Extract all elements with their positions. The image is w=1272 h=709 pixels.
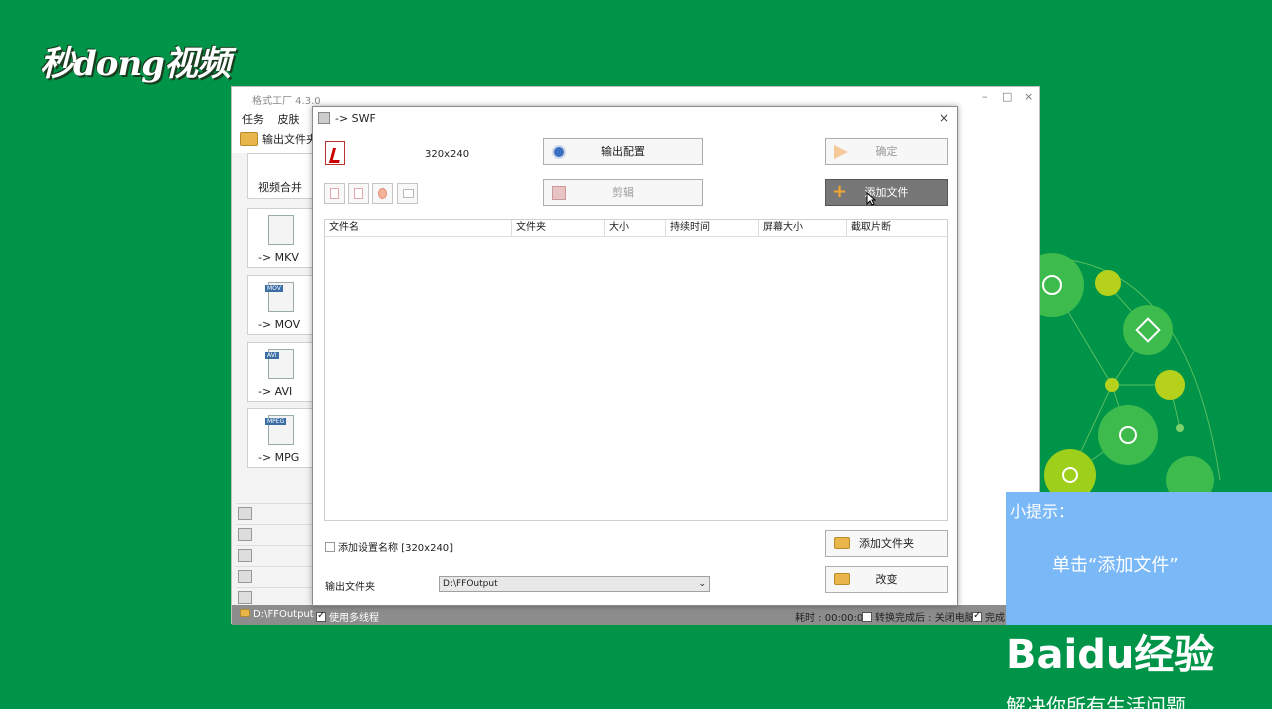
output-folder-label: 输出文件夹 bbox=[262, 133, 317, 146]
format-mkv-button[interactable]: -> MKV bbox=[247, 208, 313, 268]
tip-body: 单击“添加文件” bbox=[1052, 555, 1179, 576]
output-folder-toolbar-button[interactable]: 输出文件夹 bbox=[240, 131, 317, 147]
add-folder-button[interactable]: 添加文件夹 bbox=[825, 530, 948, 557]
folder-add-icon bbox=[834, 537, 850, 549]
avi-file-icon: AVI bbox=[265, 349, 294, 379]
add-file-button[interactable]: + 添加文件 bbox=[825, 179, 948, 206]
play-icon bbox=[378, 188, 387, 199]
category-tools[interactable] bbox=[236, 587, 312, 607]
shutdown-option[interactable]: 转换完成后 : 关闭电脑 bbox=[862, 609, 975, 624]
col-size[interactable]: 大小 bbox=[605, 220, 666, 237]
dialog-titlebar: -> SWF × bbox=[313, 107, 957, 131]
dialog-close-button[interactable]: × bbox=[939, 111, 949, 125]
category-document[interactable] bbox=[236, 545, 312, 565]
multithread-checkbox[interactable] bbox=[316, 610, 326, 622]
chevron-down-icon: ⌄ bbox=[698, 579, 706, 589]
tip-heading: 小提示： bbox=[1010, 502, 1075, 521]
clip-button[interactable]: 剪辑 bbox=[543, 179, 703, 206]
swf-format-icon bbox=[325, 141, 345, 165]
swf-dialog: -> SWF × 320x240 输出配置 确定 剪辑 + 添加文件 文件名 文… bbox=[312, 106, 958, 606]
minimize-button[interactable]: – bbox=[982, 90, 988, 103]
add-setting-name-checkbox[interactable] bbox=[325, 542, 335, 552]
format-mpg-label: -> MPG bbox=[258, 451, 300, 464]
format-mov-button[interactable]: MOV -> MOV bbox=[247, 275, 313, 335]
file-list-table[interactable]: 文件名 文件夹 大小 持续时间 屏幕大小 截取片断 bbox=[324, 219, 948, 521]
col-duration[interactable]: 持续时间 bbox=[666, 220, 759, 237]
col-folder[interactable]: 文件夹 bbox=[512, 220, 605, 237]
close-button[interactable]: × bbox=[1024, 90, 1033, 103]
app-icon bbox=[318, 112, 330, 124]
mouse-cursor-icon bbox=[866, 192, 876, 206]
play-button[interactable] bbox=[372, 183, 393, 204]
format-mpg-button[interactable]: MPEG -> MPG bbox=[247, 408, 313, 468]
brand-watermark: 秒dong视频 bbox=[40, 44, 231, 84]
format-sidebar: 视频合并 -> MKV MOV -> MOV AVI -> AVI MPEG -… bbox=[232, 153, 314, 605]
col-screen-size[interactable]: 屏幕大小 bbox=[759, 220, 847, 237]
maximize-button[interactable]: □ bbox=[1002, 90, 1012, 103]
video-merge-button[interactable]: 视频合并 bbox=[247, 153, 313, 199]
done-checkbox[interactable] bbox=[972, 610, 982, 622]
arrow-right-icon bbox=[834, 145, 848, 159]
video-merge-label: 视频合并 bbox=[258, 181, 302, 194]
music-note-icon bbox=[238, 507, 252, 520]
folder-icon bbox=[240, 609, 250, 617]
delete-file-icon bbox=[354, 188, 363, 199]
col-filename[interactable]: 文件名 bbox=[325, 220, 512, 237]
resolution-label: 320x240 bbox=[425, 149, 470, 160]
category-audio[interactable] bbox=[236, 503, 312, 523]
multithread-option[interactable]: 使用多线程 bbox=[316, 609, 379, 624]
status-bar: D:\FFOutput 使用多线程 耗时 : 00:00:00 转换完成后 : … bbox=[232, 605, 1039, 625]
ok-button[interactable]: 确定 bbox=[825, 138, 948, 165]
baidu-slogan: 解决你所有生活问题 bbox=[1006, 694, 1186, 709]
menu-task[interactable]: 任务 bbox=[242, 113, 264, 126]
change-button[interactable]: 改变 bbox=[825, 566, 948, 593]
baidu-logo: Baidu经验 bbox=[1006, 632, 1215, 678]
format-avi-label: -> AVI bbox=[258, 385, 293, 398]
settings-icon bbox=[552, 145, 566, 159]
table-header: 文件名 文件夹 大小 持续时间 屏幕大小 截取片断 bbox=[325, 220, 947, 237]
info-icon bbox=[403, 189, 414, 198]
clear-list-button[interactable] bbox=[348, 183, 369, 204]
remove-button[interactable] bbox=[324, 183, 345, 204]
done-option[interactable]: 完成 bbox=[972, 609, 1005, 624]
format-mkv-label: -> MKV bbox=[258, 251, 299, 264]
folder-icon bbox=[240, 132, 258, 146]
dialog-title: -> SWF bbox=[335, 112, 376, 125]
gear-icon bbox=[238, 591, 252, 604]
folder-icon bbox=[834, 573, 850, 585]
output-config-button[interactable]: 输出配置 bbox=[543, 138, 703, 165]
status-folder[interactable]: D:\FFOutput bbox=[240, 609, 314, 620]
shutdown-checkbox[interactable] bbox=[862, 612, 872, 622]
category-rom-device[interactable] bbox=[236, 566, 312, 586]
document-icon bbox=[238, 549, 252, 562]
add-setting-name-option[interactable]: 添加设置名称 [320x240] bbox=[325, 539, 453, 554]
output-folder-select[interactable]: D:\FFOutput ⌄ bbox=[439, 576, 710, 592]
mov-file-icon: MOV bbox=[265, 282, 294, 312]
mpg-file-icon: MPEG bbox=[265, 415, 294, 445]
decorative-circles bbox=[1030, 253, 1221, 500]
clip-icon bbox=[552, 186, 566, 200]
category-picture[interactable] bbox=[236, 524, 312, 544]
plus-icon: + bbox=[832, 181, 848, 202]
col-clip-range[interactable]: 截取片断 bbox=[847, 220, 949, 237]
format-avi-button[interactable]: AVI -> AVI bbox=[247, 342, 313, 402]
picture-icon bbox=[238, 528, 252, 541]
remove-file-icon bbox=[330, 188, 339, 199]
main-window-title: 格式工厂 4.3.0 bbox=[252, 96, 321, 107]
drive-icon bbox=[238, 570, 252, 583]
mkv-file-icon bbox=[268, 215, 294, 245]
elapsed-time: 耗时 : 00:00:00 bbox=[795, 613, 870, 624]
tip-panel: 小提示： 单击“添加文件” bbox=[1006, 492, 1272, 625]
output-folder-label: 输出文件夹 bbox=[325, 582, 375, 593]
format-mov-label: -> MOV bbox=[258, 318, 301, 331]
media-info-button[interactable] bbox=[397, 183, 418, 204]
menu-skin[interactable]: 皮肤 bbox=[278, 113, 300, 126]
